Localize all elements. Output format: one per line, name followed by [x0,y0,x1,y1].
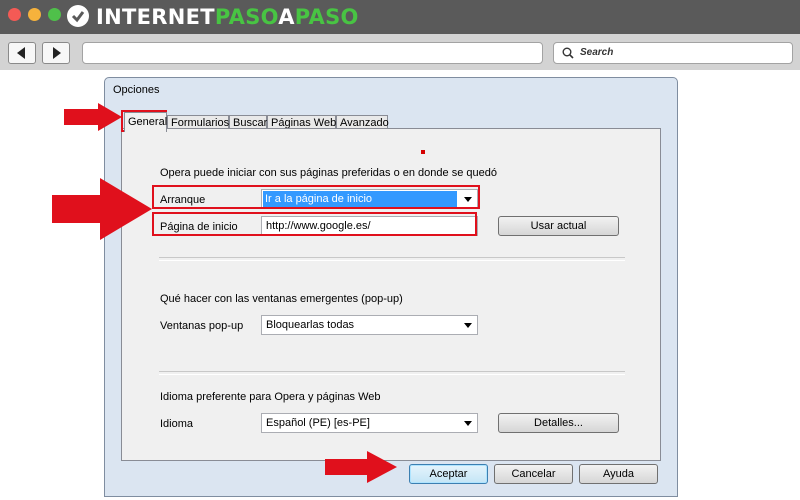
browser-title-bar: INTERNETPASOAPASO [0,0,800,34]
startup-heading: Opera puede iniciar con sus páginas pref… [160,167,497,179]
popups-value: Bloquearlas todas [266,319,355,331]
site-logo: INTERNETPASOAPASO [96,5,359,29]
divider [159,257,625,261]
arrow-right-annotation-icon [64,103,122,131]
logo-icon [67,5,89,27]
maximize-window-icon[interactable] [48,8,61,21]
language-heading: Idioma preferente para Opera y páginas W… [160,391,381,403]
use-current-button[interactable]: Usar actual [498,216,619,236]
chevron-down-icon[interactable] [464,323,472,328]
divider [159,371,625,375]
arrow-left-icon [17,47,25,59]
search-input[interactable]: Search [553,42,793,64]
general-panel: Opera puede iniciar con sus páginas pref… [121,128,661,461]
highlight-homepage [152,212,477,236]
popups-select[interactable]: Bloquearlas todas [261,315,478,335]
popups-label: Ventanas pop-up [160,320,244,332]
tab-general[interactable]: General [124,112,167,132]
dialog-title: Opciones [113,84,160,96]
forward-button[interactable] [42,42,70,64]
accept-button[interactable]: Aceptar [409,464,488,484]
close-window-icon[interactable] [8,8,21,21]
help-button[interactable]: Ayuda [579,464,658,484]
back-button[interactable] [8,42,36,64]
address-bar[interactable] [82,42,543,64]
arrow-right-icon [53,47,61,59]
chevron-down-icon[interactable] [464,421,472,426]
highlight-arranque [152,185,480,209]
options-dialog: Opciones General Formularios Buscar Pági… [104,77,678,497]
browser-nav-bar: Search [0,34,800,70]
minimize-window-icon[interactable] [28,8,41,21]
language-label: Idioma [160,418,194,430]
red-mark [421,150,425,154]
popups-heading: Qué hacer con las ventanas emergentes (p… [160,293,403,305]
arrow-right-annotation-icon [52,178,152,240]
language-value: Español (PE) [es-PE] [266,417,370,429]
cancel-button[interactable]: Cancelar [494,464,573,484]
details-button[interactable]: Detalles... [498,413,619,433]
search-icon [562,47,574,59]
search-placeholder: Search [580,47,614,58]
arrow-right-annotation-icon [325,451,397,483]
language-select[interactable]: Español (PE) [es-PE] [261,413,478,433]
